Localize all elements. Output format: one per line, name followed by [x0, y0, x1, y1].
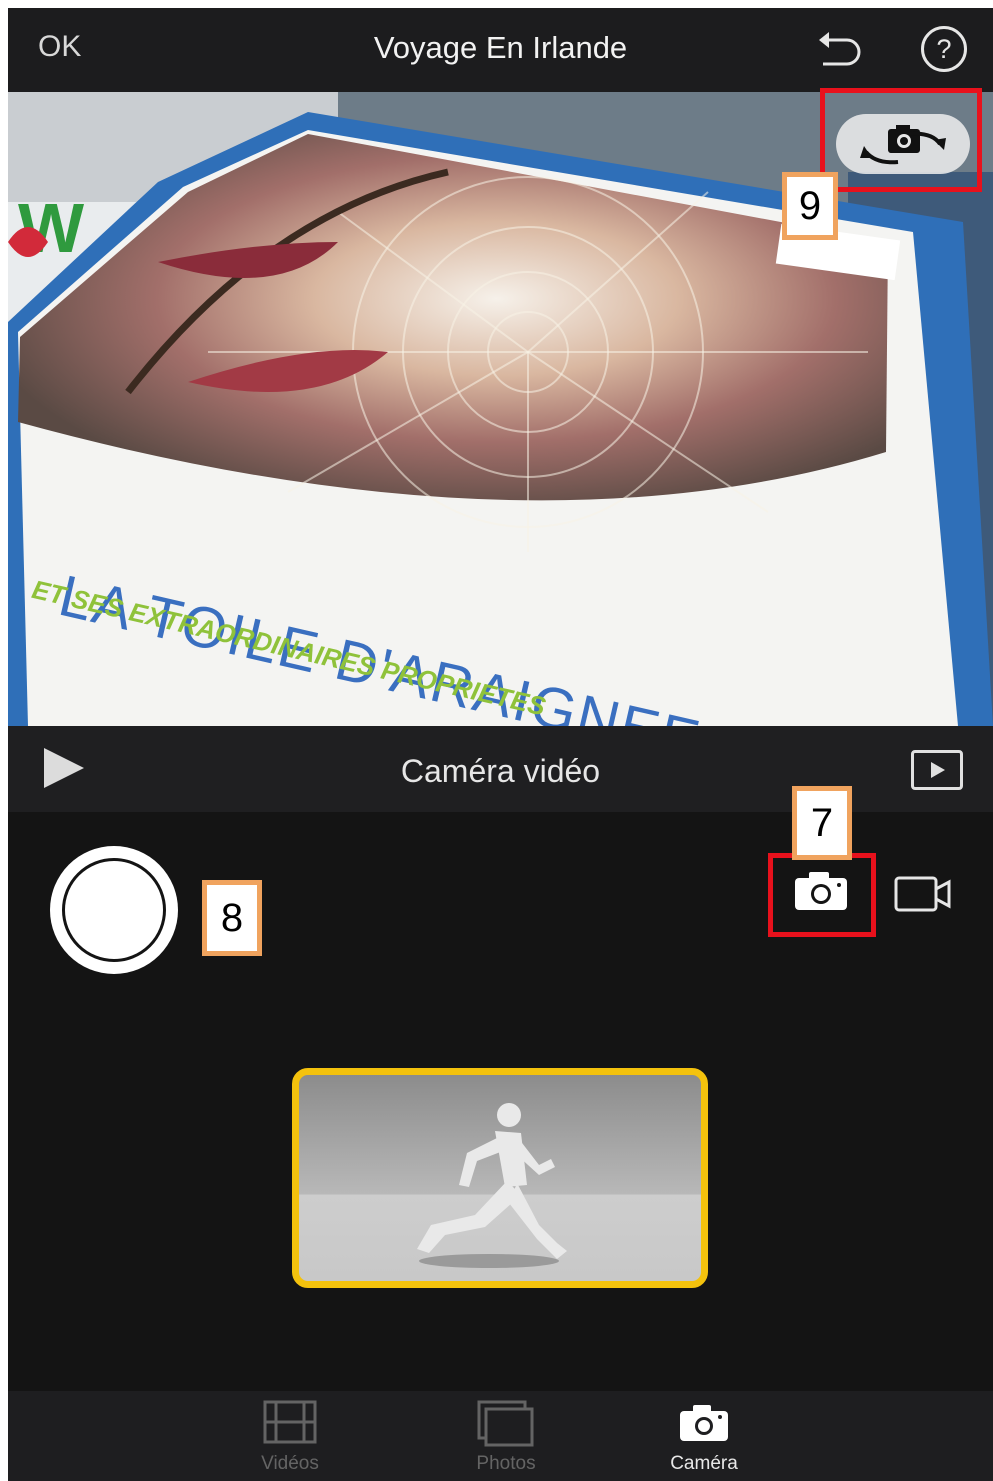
shutter-button[interactable]: [50, 846, 178, 974]
shutter-ring: [62, 858, 166, 962]
help-icon[interactable]: ?: [921, 26, 967, 72]
film-icon: [263, 1400, 317, 1444]
running-figure-icon: [417, 1103, 567, 1268]
app-window: OK Voyage En Irlande ? W LA TOILE D'ARAI…: [8, 8, 993, 1481]
undo-icon[interactable]: [813, 26, 865, 72]
annotation-highlight-7: [768, 853, 876, 937]
tab-photos[interactable]: Photos: [441, 1399, 571, 1479]
video-mode-icon[interactable]: [893, 874, 953, 914]
tab-bar: Vidéos Photos Caméra: [8, 1391, 993, 1481]
clip-thumbnail[interactable]: [292, 1068, 708, 1288]
preview-play-button[interactable]: [911, 750, 963, 790]
tab-videos-label: Vidéos: [261, 1453, 319, 1474]
tab-camera-label: Caméra: [670, 1453, 738, 1474]
play-box-icon: [931, 762, 945, 778]
tab-photos-label: Photos: [476, 1453, 536, 1474]
camera-icon: [680, 1405, 728, 1441]
annotation-label-7: 7: [792, 786, 852, 860]
mode-label: Caméra vidéo: [400, 753, 601, 789]
annotation-label-8: 8: [202, 880, 262, 956]
top-bar: OK Voyage En Irlande ?: [8, 8, 993, 92]
tab-videos[interactable]: Vidéos: [225, 1399, 355, 1479]
annotation-highlight-9: [820, 88, 982, 192]
annotation-label-9: 9: [782, 172, 838, 240]
photos-icon: [477, 1400, 534, 1447]
tab-camera[interactable]: Caméra: [639, 1399, 769, 1479]
